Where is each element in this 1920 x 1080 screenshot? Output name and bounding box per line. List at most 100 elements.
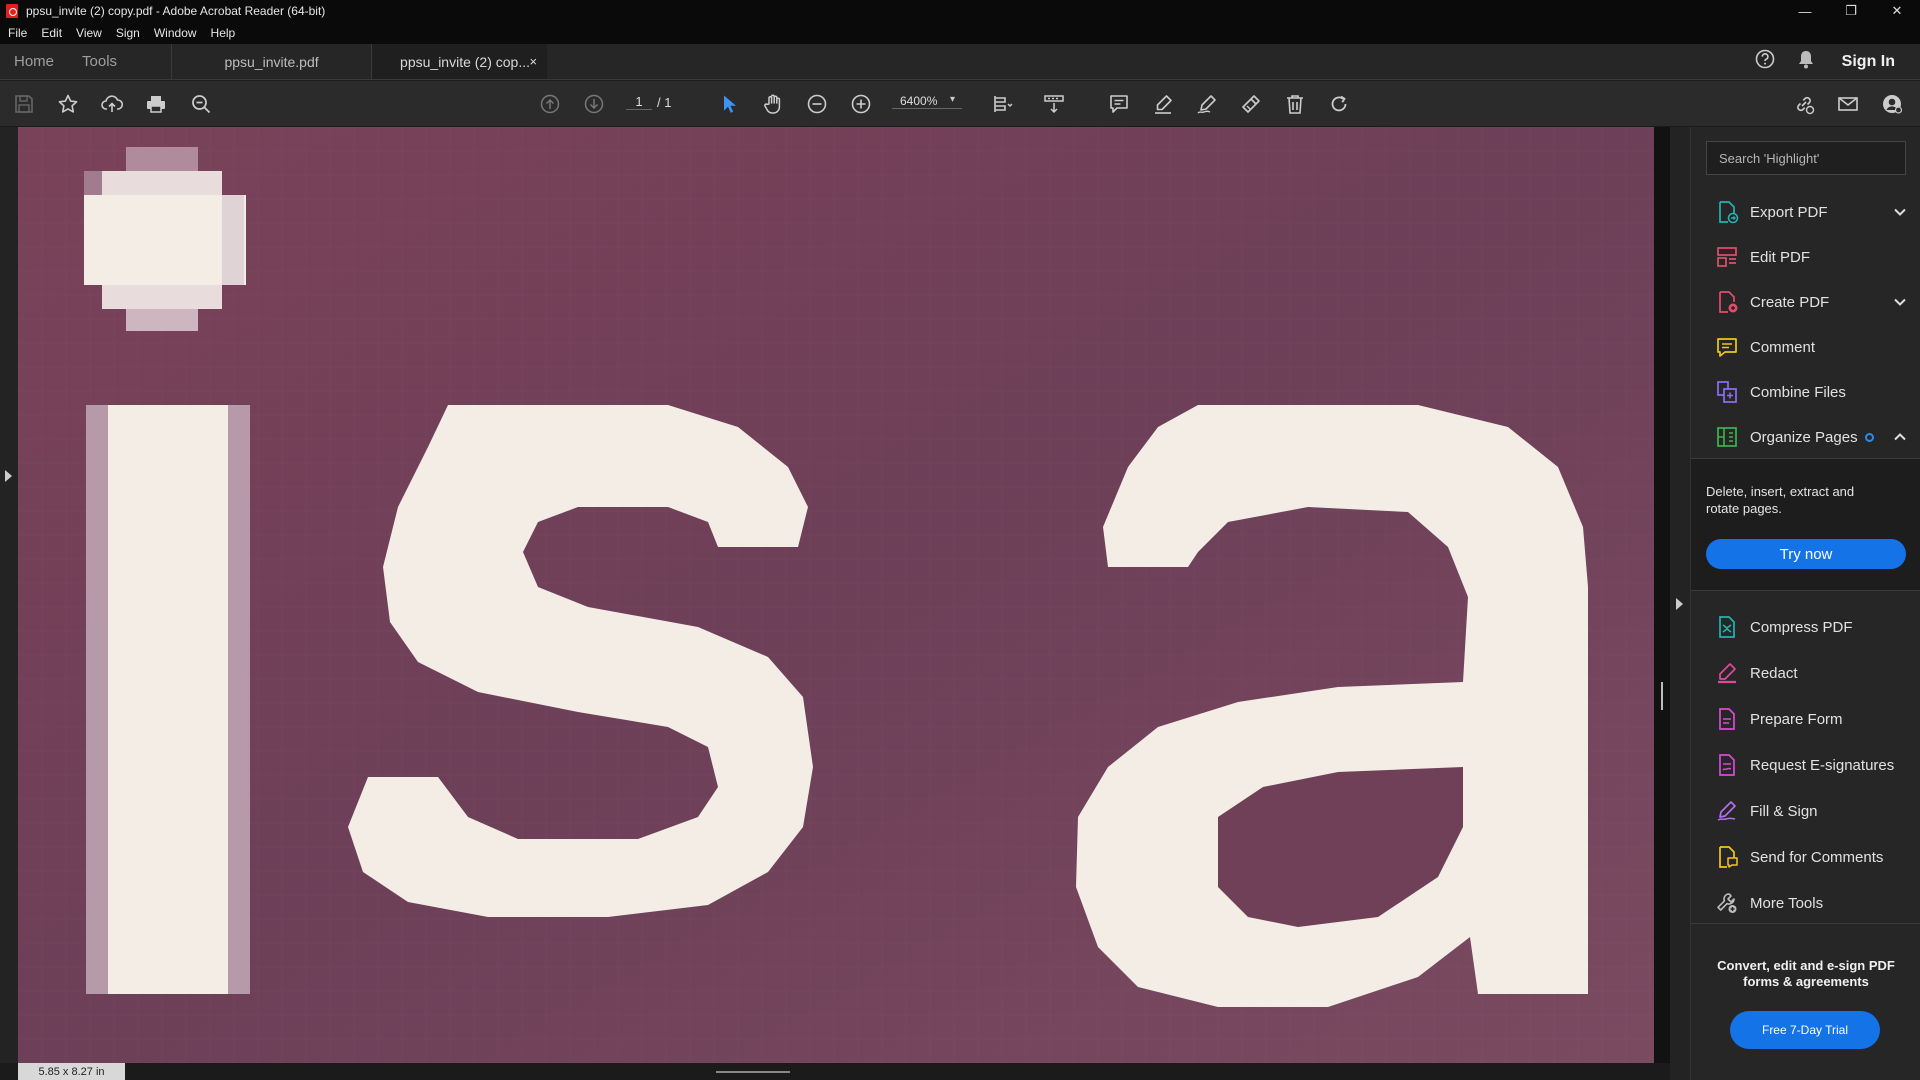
scroll-mode-icon[interactable]: [1041, 91, 1067, 117]
collapse-right-panel-icon[interactable]: [1676, 598, 1683, 610]
star-icon[interactable]: [55, 91, 81, 117]
sign-in-button[interactable]: Sign In: [1842, 53, 1895, 71]
tool-compress-pdf[interactable]: Compress PDF: [1691, 609, 1920, 645]
acrobat-app-icon: [6, 4, 18, 18]
print-icon[interactable]: [143, 91, 169, 117]
zoom-out-icon[interactable]: [804, 91, 830, 117]
highlight-icon[interactable]: [1150, 91, 1176, 117]
chevron-up-icon[interactable]: [1893, 430, 1907, 449]
tool-combine-files[interactable]: Combine Files: [1691, 374, 1920, 410]
delete-icon[interactable]: [1282, 91, 1308, 117]
new-feature-dot: [1864, 432, 1874, 442]
page-size-label: 5.85 x 8.27 in: [18, 1063, 125, 1080]
maximize-button[interactable]: ❐: [1828, 0, 1874, 22]
hand-icon[interactable]: [760, 91, 786, 117]
upload-icon[interactable]: [99, 91, 125, 117]
tool-label: Fill & Sign: [1750, 802, 1818, 820]
tool-comment[interactable]: Comment: [1691, 329, 1920, 365]
main-toolbar: 1 / 1 6400% ▾: [0, 81, 1920, 127]
tool-label: Send for Comments: [1750, 848, 1884, 866]
chevron-down-icon[interactable]: [1893, 295, 1907, 314]
minimize-button[interactable]: —: [1782, 0, 1828, 22]
left-panel-gutter: [0, 127, 18, 1080]
email-icon[interactable]: [1835, 91, 1861, 117]
compress-pdf-icon: [1714, 614, 1740, 640]
horizontal-scroll-thumb[interactable]: [716, 1071, 790, 1073]
tool-prepare-form[interactable]: Prepare Form: [1691, 701, 1920, 737]
stamp-icon[interactable]: [1238, 91, 1264, 117]
menu-view[interactable]: View: [76, 26, 102, 40]
request-esign-icon: [1714, 752, 1740, 778]
tool-export-pdf[interactable]: Export PDF: [1691, 194, 1920, 230]
doc-tab-label: ppsu_invite (2) cop...: [400, 53, 531, 70]
close-window-button[interactable]: ✕: [1874, 0, 1920, 22]
menu-window[interactable]: Window: [154, 26, 197, 40]
find-icon[interactable]: [188, 91, 214, 117]
status-bar: [0, 1063, 1690, 1080]
account-icon[interactable]: [1879, 91, 1905, 117]
tools-search-input[interactable]: Search 'Highlight': [1706, 141, 1906, 175]
tool-fill-sign[interactable]: Fill & Sign: [1691, 793, 1920, 829]
glyph-i-dot: [84, 147, 246, 331]
page-up-icon[interactable]: [537, 91, 563, 117]
help-circle-icon[interactable]: [1754, 48, 1776, 75]
edit-pdf-icon: [1714, 244, 1740, 270]
menu-edit[interactable]: Edit: [41, 26, 62, 40]
export-pdf-icon: [1714, 199, 1740, 225]
fit-page-icon[interactable]: [990, 91, 1016, 117]
bell-icon[interactable]: [1796, 48, 1816, 75]
tools-panel: Search 'Highlight' Export PDF Edit PDF C…: [1690, 127, 1920, 1080]
save-icon[interactable]: [11, 91, 37, 117]
menu-sign[interactable]: Sign: [116, 26, 140, 40]
tool-edit-pdf[interactable]: Edit PDF: [1691, 239, 1920, 275]
zoom-dropdown-icon[interactable]: ▾: [950, 94, 955, 105]
doc-tab-ppsu-invite[interactable]: ppsu_invite.pdf: [171, 44, 371, 79]
tab-bar: Home Tools ppsu_invite.pdf ppsu_invite (…: [0, 44, 1920, 80]
expand-left-panel-icon[interactable]: [5, 470, 12, 482]
menu-file[interactable]: File: [8, 26, 27, 40]
tab-tools[interactable]: Tools: [68, 44, 131, 79]
vertical-scroll-thumb[interactable]: [1661, 682, 1663, 710]
comment-tool-icon: [1714, 334, 1740, 360]
page-number-input[interactable]: 1: [626, 94, 652, 110]
tabbar-actions: Sign In: [1754, 44, 1920, 79]
glyph-i-stem: [86, 405, 250, 994]
tool-label: Export PDF: [1750, 203, 1828, 221]
create-pdf-icon: [1714, 289, 1740, 315]
select-arrow-icon[interactable]: [716, 91, 742, 117]
organize-pages-icon: [1714, 424, 1740, 450]
menu-help[interactable]: Help: [211, 26, 236, 40]
tab-home[interactable]: Home: [0, 44, 68, 79]
tool-create-pdf[interactable]: Create PDF: [1691, 284, 1920, 320]
organize-pages-promo: Delete, insert, extract and rotate pages…: [1691, 458, 1920, 591]
document-canvas[interactable]: [18, 127, 1654, 1063]
acrobat-window: ppsu_invite (2) copy.pdf - Adobe Acrobat…: [0, 0, 1920, 1080]
tool-redact[interactable]: Redact: [1691, 655, 1920, 691]
glyph-s: [348, 405, 813, 917]
page-total: / 1: [657, 95, 672, 110]
sign-icon[interactable]: [1194, 91, 1220, 117]
tool-send-for-comments[interactable]: Send for Comments: [1691, 839, 1920, 875]
tool-organize-pages[interactable]: Organize Pages: [1691, 419, 1920, 455]
more-tools-icon: [1714, 890, 1740, 916]
try-now-button[interactable]: Try now: [1706, 539, 1906, 569]
zoom-in-icon[interactable]: [848, 91, 874, 117]
comment-icon[interactable]: [1106, 91, 1132, 117]
chevron-down-icon[interactable]: [1893, 205, 1907, 224]
tool-label: Edit PDF: [1750, 248, 1811, 266]
window-title: ppsu_invite (2) copy.pdf - Adobe Acrobat…: [26, 4, 326, 18]
free-trial-button[interactable]: Free 7-Day Trial: [1730, 1011, 1880, 1049]
doc-tab-ppsu-invite-copy[interactable]: ppsu_invite (2) cop... ×: [371, 44, 548, 79]
tool-more-tools[interactable]: More Tools: [1691, 885, 1920, 921]
tool-request-esignatures[interactable]: Request E-signatures: [1691, 747, 1920, 783]
vertical-scrollbar[interactable]: [1654, 127, 1670, 1063]
close-tab-icon[interactable]: ×: [529, 54, 537, 69]
tool-label: Organize Pages: [1750, 428, 1858, 446]
page-down-icon[interactable]: [581, 91, 607, 117]
window-controls: — ❐ ✕: [1782, 0, 1920, 22]
share-link-icon[interactable]: [1791, 91, 1817, 117]
organize-pages-description: Delete, insert, extract and rotate pages…: [1706, 484, 1855, 516]
tool-label: Combine Files: [1750, 383, 1846, 401]
rotate-icon[interactable]: [1326, 91, 1352, 117]
tool-label: Redact: [1750, 664, 1798, 682]
